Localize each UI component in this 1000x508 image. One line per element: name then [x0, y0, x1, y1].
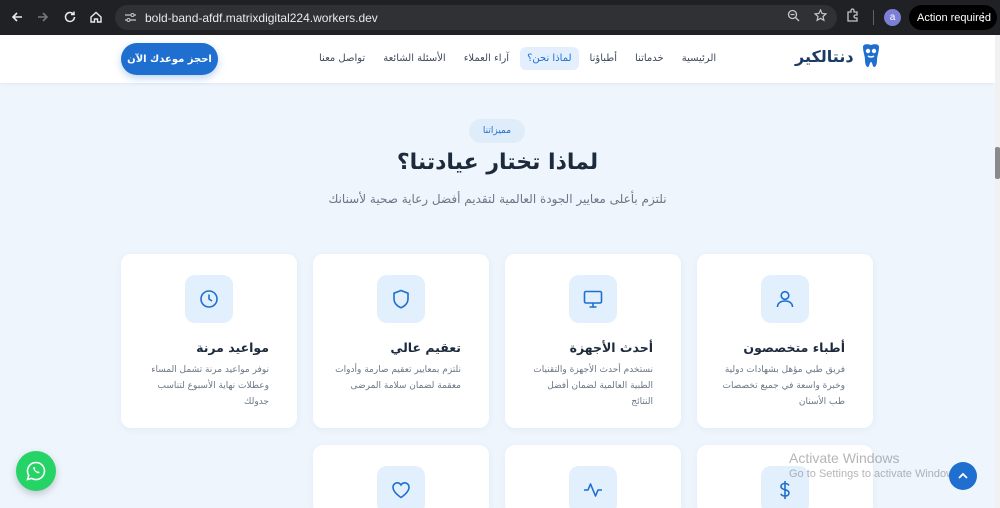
whatsapp-icon [26, 461, 46, 481]
feature-card-flexible-hours: مواعيد مرنة نوفر مواعيد مرنة تشمل المساء… [121, 254, 297, 428]
home-icon[interactable] [83, 4, 109, 30]
feature-description: فريق طبي مؤهل بشهادات دولية وخبرة واسعة … [722, 365, 845, 407]
feature-description: نوفر مواعيد مرنة تشمل المساء وعطلات نهاي… [151, 365, 269, 407]
site-logo[interactable]: دنتالكير [795, 43, 882, 69]
scrollbar-thumb[interactable] [995, 147, 1000, 179]
scroll-to-top-button[interactable] [949, 462, 977, 490]
section-title: لماذا تختار عيادتنا؟ [396, 150, 599, 175]
feature-title: أطباء متخصصون [743, 340, 845, 355]
monitor-icon [569, 275, 617, 323]
feature-title: تعقيم عالي [390, 340, 461, 355]
nav-contact[interactable]: تواصل معنا [312, 47, 372, 70]
activate-windows-subtitle: Go to Settings to activate Windows. [789, 468, 963, 480]
address-bar[interactable]: bold-band-afdf.matrixdigital224.workers.… [115, 5, 837, 30]
feature-description: نلتزم بمعايير تعقيم صارمة وأدوات معقمة ل… [335, 365, 461, 391]
section-badge: مميزاتنا [469, 119, 525, 143]
feature-card-equipment: أحدث الأجهزة نستخدم أحدث الأجهزة والتقني… [505, 254, 681, 428]
bookmark-star-icon[interactable] [813, 8, 828, 26]
page-scrollbar[interactable] [995, 35, 1000, 508]
feature-card-specialists: أطباء متخصصون فريق طبي مؤهل بشهادات دولي… [697, 254, 873, 428]
profile-avatar[interactable]: a [884, 9, 901, 26]
site-settings-icon[interactable] [119, 11, 141, 24]
whatsapp-button[interactable] [16, 451, 56, 491]
heart-icon [377, 466, 425, 508]
nav-doctors[interactable]: أطباؤنا [583, 47, 624, 70]
back-arrow-icon[interactable] [4, 4, 30, 30]
feature-title: مواعيد مرنة [196, 340, 269, 355]
user-icon [761, 275, 809, 323]
feature-card-sterilization: تعقيم عالي نلتزم بمعايير تعقيم صارمة وأد… [313, 254, 489, 428]
clock-icon [185, 275, 233, 323]
kebab-menu-icon[interactable]: ⋮ [977, 10, 989, 24]
book-appointment-button[interactable]: احجز موعدك الآن [121, 43, 218, 75]
url-text[interactable]: bold-band-afdf.matrixdigital224.workers.… [145, 11, 378, 25]
reload-icon[interactable] [57, 4, 83, 30]
forward-arrow-icon[interactable] [30, 4, 56, 30]
feature-title: أحدث الأجهزة [569, 340, 653, 355]
extensions-puzzle-icon[interactable] [845, 8, 860, 27]
site-header: دنتالكير الرئيسية خدماتنا أطباؤنا لماذا … [0, 35, 995, 83]
activate-windows-title: Activate Windows [789, 450, 900, 466]
browser-toolbar: bold-band-afdf.matrixdigital224.workers.… [0, 0, 1000, 35]
toolbar-divider [873, 10, 874, 25]
shield-icon [377, 275, 425, 323]
section-subtitle: نلتزم بأعلى معايير الجودة العالمية لتقدي… [328, 192, 667, 206]
action-required-button[interactable]: Action required ⋮ [909, 5, 997, 30]
feature-description: نستخدم أحدث الأجهزة والتقنيات الطبية الع… [533, 365, 653, 407]
feature-card-care [313, 445, 489, 508]
zoom-icon[interactable] [787, 9, 800, 26]
nav-why-us[interactable]: لماذا نحن؟ [520, 47, 579, 70]
feature-card-activity [505, 445, 681, 508]
nav-services[interactable]: خدماتنا [628, 47, 671, 70]
nav-faq[interactable]: الأسئلة الشائعة [376, 47, 453, 70]
logo-text: دنتالكير [795, 46, 854, 66]
nav-testimonials[interactable]: آراء العملاء [457, 47, 516, 70]
tooth-logo-icon [862, 44, 879, 67]
activity-icon [569, 466, 617, 508]
main-nav: الرئيسية خدماتنا أطباؤنا لماذا نحن؟ آراء… [312, 47, 723, 70]
chevron-up-icon [958, 472, 968, 479]
nav-home[interactable]: الرئيسية [675, 47, 723, 70]
